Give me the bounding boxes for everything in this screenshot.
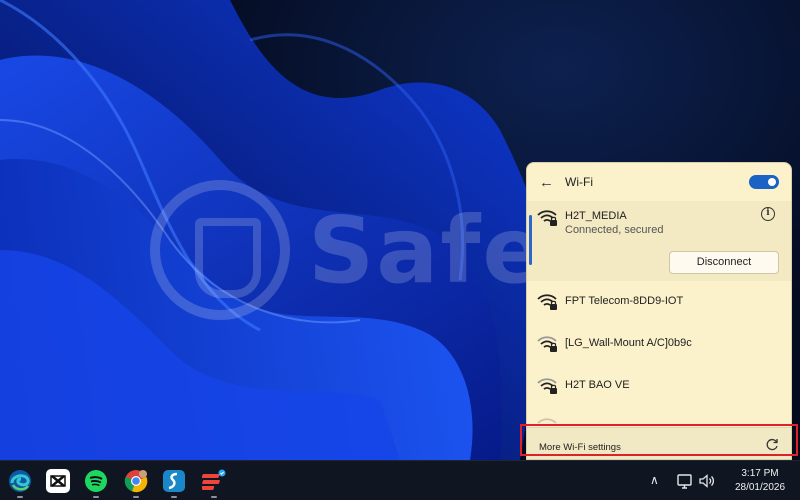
running-indicator xyxy=(171,496,177,498)
taskbar: ∧ 3:17 PM 28/01/2026 xyxy=(0,460,800,500)
wifi-secured-icon xyxy=(537,210,557,226)
wifi-secured-icon xyxy=(537,378,557,394)
network-icon[interactable] xyxy=(676,472,694,490)
info-icon[interactable]: i xyxy=(761,207,775,221)
wifi-secured-icon xyxy=(537,294,557,310)
simplenote-icon[interactable] xyxy=(162,469,186,493)
network-item[interactable]: H2T BAO VE xyxy=(527,365,791,407)
chrome-icon[interactable] xyxy=(124,469,148,493)
running-indicator xyxy=(133,496,139,498)
watermark: Safe xyxy=(150,180,547,320)
connected-network-name: H2T_MEDIA xyxy=(565,210,627,222)
network-name: [LG_Wall-Mount A/C]0b9c xyxy=(565,337,692,349)
wifi-flyout: ← Wi-Fi H2T_MEDIA Connected, secured i D… xyxy=(526,162,792,460)
running-indicator xyxy=(93,496,99,498)
anydesk-icon[interactable] xyxy=(202,469,226,493)
network-item[interactable]: [LG_Wall-Mount A/C]0b9c xyxy=(527,323,791,365)
volume-icon[interactable] xyxy=(698,472,716,490)
connected-network-status: Connected, secured xyxy=(565,224,664,236)
selection-indicator xyxy=(529,215,532,265)
network-name: FPT Telecom-8DD9-IOT xyxy=(565,295,684,307)
connected-network[interactable]: H2T_MEDIA Connected, secured i Disconnec… xyxy=(527,201,791,281)
network-item[interactable]: FPT Telecom-8DD9-IOT xyxy=(527,281,791,323)
spotify-icon[interactable] xyxy=(84,469,108,493)
back-arrow-icon[interactable]: ← xyxy=(539,174,561,191)
wifi-header: ← Wi-Fi xyxy=(527,163,791,201)
watermark-shield-icon xyxy=(150,180,290,320)
highlight-box xyxy=(520,424,798,456)
network-name: H2T BAO VE xyxy=(565,379,630,391)
edge-icon[interactable] xyxy=(8,469,32,493)
watermark-text: Safe xyxy=(308,196,547,304)
clock-date: 28/01/2026 xyxy=(734,482,786,493)
wifi-toggle[interactable] xyxy=(749,175,779,189)
capcut-icon[interactable] xyxy=(46,469,70,493)
running-indicator xyxy=(211,496,217,498)
chevron-up-icon[interactable]: ∧ xyxy=(650,473,659,487)
wifi-secured-icon xyxy=(537,336,557,352)
taskbar-clock[interactable]: 3:17 PM 28/01/2026 xyxy=(728,467,792,495)
clock-time: 3:17 PM xyxy=(741,468,779,479)
disconnect-button[interactable]: Disconnect xyxy=(669,251,779,274)
wifi-title: Wi-Fi xyxy=(565,175,593,189)
running-indicator xyxy=(17,496,23,498)
